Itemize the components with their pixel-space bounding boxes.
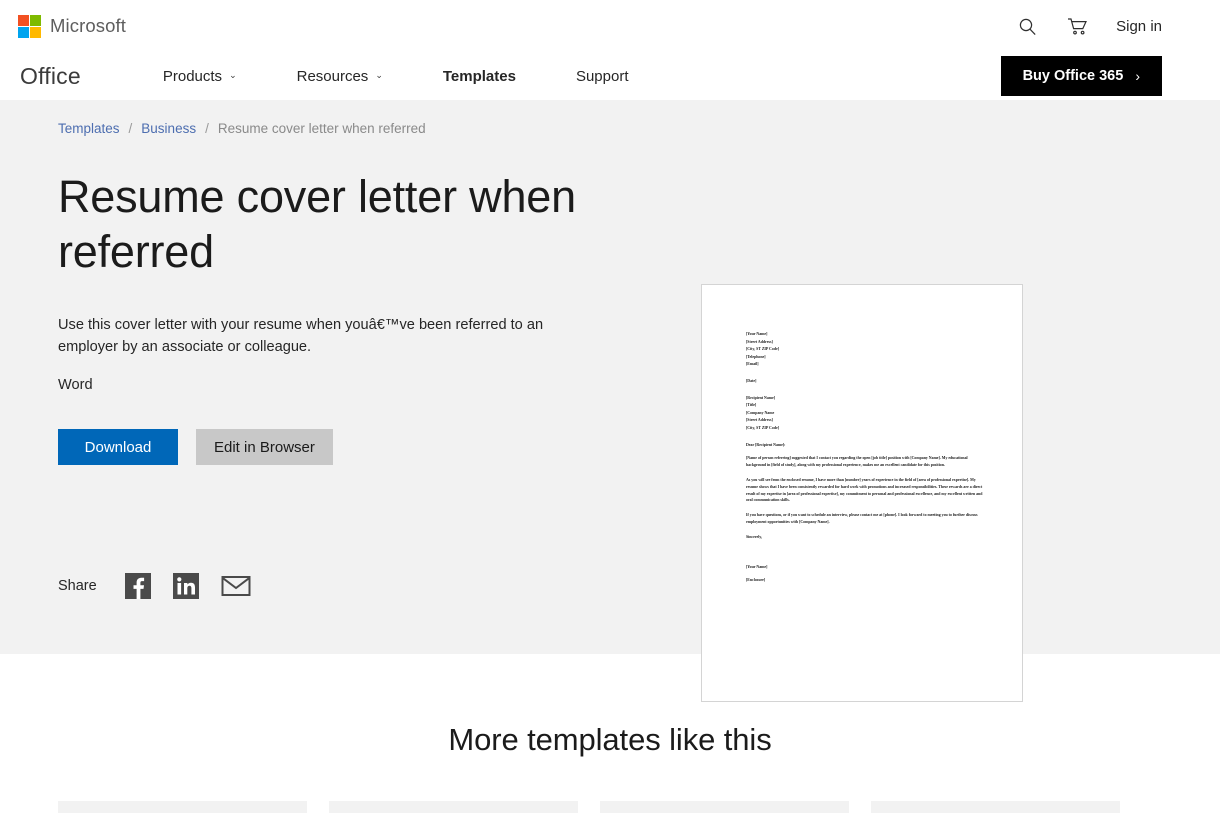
preview-paragraph: If you have questions, or if you want to… (746, 513, 978, 525)
download-button[interactable]: Download (58, 429, 178, 465)
preview-header-line: [Email] (746, 362, 759, 367)
logo-square-blue (18, 26, 29, 38)
template-preview[interactable]: [Your Name] [Street Address] [City, ST Z… (701, 284, 1023, 702)
preview-header-line: [Your Name] (746, 332, 768, 336)
hero-section: Templates / Business / Resume cover lett… (0, 100, 1220, 702)
logo-square-yellow (30, 26, 41, 38)
preview-closing: Sincerely, (746, 534, 763, 539)
hero-details: Resume cover letter when referred Use th… (58, 170, 658, 599)
nav-item-resources[interactable]: Resources ⌄ (267, 68, 413, 85)
preview-recipient-line: [Company Name (746, 410, 775, 415)
nav-item-resources-label: Resources (296, 67, 369, 85)
microsoft-logo-squares (18, 14, 41, 38)
microsoft-top-bar: Microsoft Sign in (0, 0, 1220, 52)
nav-item-templates[interactable]: Templates (413, 68, 546, 85)
preview-header-line: [Street Address] (746, 339, 773, 344)
logo-square-red (18, 14, 29, 26)
share-label: Share (58, 578, 97, 594)
preview-header-line: [City, ST ZIP Code] (746, 347, 780, 352)
preview-salutation: Dear [Recipient Name]: (746, 442, 786, 447)
microsoft-wordmark: Microsoft (50, 15, 126, 36)
nav-items: Products ⌄ Resources ⌄ Templates Support (133, 68, 659, 85)
preview-date-line: [Date] (746, 379, 757, 384)
chevron-down-icon: ⌄ (229, 69, 237, 80)
preview-enclosure: [Enclosure] (746, 578, 766, 583)
top-bar-actions: Sign in (1016, 15, 1162, 37)
template-app-label: Word (58, 377, 93, 393)
preview-recipient-line: [City, ST ZIP Code] (746, 426, 780, 431)
shopping-cart-icon[interactable] (1066, 15, 1088, 37)
template-card[interactable] (600, 801, 849, 813)
preview-paragraph: [Name of person referring] suggested tha… (746, 456, 968, 468)
nav-item-products[interactable]: Products ⌄ (133, 68, 267, 85)
nav-item-support[interactable]: Support (546, 68, 659, 85)
template-description: Use this cover letter with your resume w… (58, 316, 544, 356)
edit-in-browser-button[interactable]: Edit in Browser (196, 429, 333, 465)
preview-header-line: [Telephone] (746, 354, 766, 359)
action-buttons: Download Edit in Browser (58, 429, 658, 465)
email-icon[interactable] (221, 574, 251, 598)
sign-in-link[interactable]: Sign in (1116, 18, 1162, 35)
facebook-icon[interactable] (124, 573, 151, 599)
page-title: Resume cover letter when referred (58, 171, 576, 277)
template-card[interactable] (58, 801, 307, 813)
buy-office-365-label: Buy Office 365 (1022, 68, 1124, 84)
template-card[interactable] (329, 801, 578, 813)
breadcrumb-item-templates[interactable]: Templates (58, 121, 120, 136)
preview-page: [Your Name] [Street Address] [City, ST Z… (702, 285, 1022, 585)
template-card[interactable] (871, 801, 1120, 813)
microsoft-logo[interactable]: Microsoft (18, 14, 126, 38)
logo-square-green (30, 14, 41, 26)
chevron-right-icon: › (1135, 68, 1140, 84)
chevron-down-icon: ⌄ (375, 69, 383, 80)
breadcrumb-separator: / (128, 121, 133, 136)
office-brand-link[interactable]: Office (20, 63, 81, 90)
more-templates-section: More templates like this (0, 654, 1220, 813)
preview-paragraph: As you will see from the enclosed resume… (746, 477, 983, 503)
breadcrumb-item-business[interactable]: Business (141, 121, 196, 136)
share-row: Share (58, 573, 658, 599)
breadcrumb: Templates / Business / Resume cover lett… (58, 100, 1162, 136)
preview-signature: [Your Name] (746, 564, 768, 569)
preview-recipient-line: [Title] (746, 403, 757, 408)
breadcrumb-item-current: Resume cover letter when referred (217, 121, 426, 136)
preview-recipient-line: [Recipient Name] (746, 395, 776, 400)
breadcrumb-separator: / (205, 121, 209, 136)
linkedin-icon[interactable] (172, 573, 199, 599)
more-templates-card-row (58, 801, 1162, 813)
preview-recipient-line: [Street Address] (746, 418, 773, 423)
buy-office-365-button[interactable]: Buy Office 365 › (1000, 56, 1162, 96)
search-icon[interactable] (1016, 15, 1038, 37)
nav-item-products-label: Products (162, 67, 223, 85)
office-nav-bar: Office Products ⌄ Resources ⌄ Templates … (0, 52, 1220, 100)
